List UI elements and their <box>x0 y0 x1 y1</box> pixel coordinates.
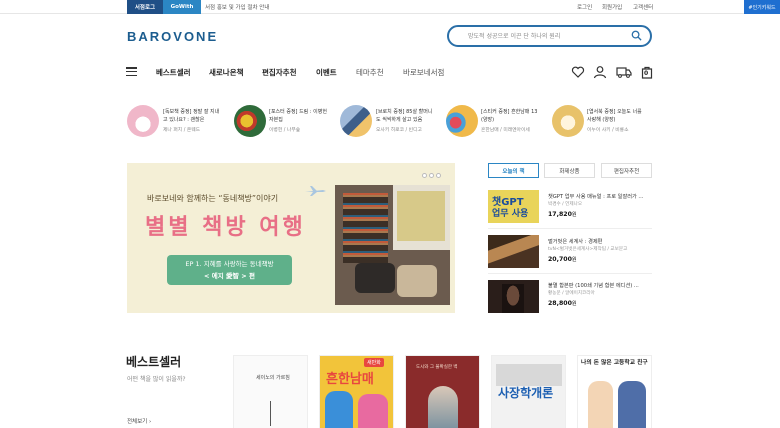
rec-title-4[interactable]: [스티커 증정] 흔한남매 13 (양장) <box>481 108 539 124</box>
side-book-price-3: 28,800원 <box>548 300 577 307</box>
banner-dot-3[interactable] <box>436 173 441 178</box>
customer-center-link[interactable]: 고객센터 <box>633 3 653 11</box>
bestseller-book-1[interactable]: 세이노의 가르침 <box>233 355 308 428</box>
banner-episode-pill: EP 1. 지혜를 사랑하는 동네책방 < 에지 愛智 > 편 <box>167 255 292 285</box>
rec-thumb-2[interactable] <box>234 105 266 137</box>
rec-author-3: 오사키 히로코 / 빈디고 <box>376 128 422 133</box>
rec-thumb-1[interactable] <box>127 105 159 137</box>
side-book-title-2[interactable]: 벌거벗은 세계사 : 경제편 <box>548 238 602 245</box>
rec-title-1[interactable]: [독보책 증정] 정말 잘 지내고 있나요? : 괜찮은 <box>163 108 221 124</box>
site-logo[interactable]: BAROVONE <box>127 29 218 44</box>
rec-thumb-3[interactable] <box>340 105 372 137</box>
tab-today-book[interactable]: 오늘의 책 <box>488 163 539 178</box>
rec-author-2: 이병헌 / 나무숲 <box>269 128 301 133</box>
price-value-1: 17,820 <box>548 211 572 218</box>
side-book-price-2: 20,700원 <box>548 256 577 263</box>
bestseller-book-4[interactable]: 사장학개론 <box>491 355 566 428</box>
rec-author-5: 이누이 사키 / 비룡소 <box>587 128 629 133</box>
banner-dot-1[interactable] <box>422 173 427 178</box>
nav-editor-picks[interactable]: 편집자추천 <box>262 67 297 78</box>
price-unit-1: 원 <box>571 212 577 218</box>
rec-thumb-5[interactable] <box>552 105 584 137</box>
rec-author-1: 제나 퍼치 / 온웨드 <box>163 128 201 133</box>
user-icon[interactable] <box>593 65 607 79</box>
hero-banner[interactable]: 바로보네와 함께하는 “동네책방”이야기 별별 책방 여행 EP 1. 지혜를 … <box>127 163 455 313</box>
book-label-2: 흔한남매 <box>326 372 374 387</box>
nav-events[interactable]: 이벤트 <box>316 67 337 78</box>
price-value-3: 28,800 <box>548 300 572 307</box>
login-link[interactable]: 로그인 <box>577 3 592 11</box>
banner-dot-2[interactable] <box>429 173 434 178</box>
tab-hot-items[interactable]: 화제상품 <box>544 163 595 178</box>
book-label-3: 도시와 그 불확실한 벽 <box>416 365 458 370</box>
bestseller-heading: 베스트셀러 <box>126 355 182 369</box>
cover-text-1b: 업무 사용 <box>492 209 529 219</box>
heart-icon[interactable] <box>571 65 585 79</box>
nav-bestseller[interactable]: 베스트셀러 <box>156 67 191 78</box>
nav-bookstore[interactable]: 바로보네서점 <box>403 67 444 78</box>
divider <box>488 273 652 274</box>
nav-themes[interactable]: 테마추천 <box>356 67 384 78</box>
side-book-title-1[interactable]: 챗GPT 업무 사용 매뉴얼 : 프로 일잘러가 ... <box>548 193 643 200</box>
price-value-2: 20,700 <box>548 256 572 263</box>
divider <box>488 228 652 229</box>
topbar-notice[interactable]: 서점 홍보 및 가입 절차 안내 <box>205 3 269 11</box>
popular-keyword-button[interactable]: #인기키워드 <box>744 0 780 14</box>
bestseller-book-5[interactable]: 나의 돈 많은 고등학교 친구 <box>577 355 652 428</box>
banner-pill-line2: < 에지 愛智 > 편 <box>204 272 255 280</box>
search-icon[interactable] <box>631 30 642 41</box>
topbar-tab-gowith[interactable]: GoWith <box>163 0 201 14</box>
side-book-author-3: 황농문 / 알에이치코리아 <box>548 291 595 296</box>
side-book-author-2: tvN<벌거벗은세계사>제작팀 / 교보문고 <box>548 247 628 252</box>
rec-thumb-4[interactable] <box>446 105 478 137</box>
search-placeholder: 망도적 성공으로 이끈 단 하나의 원리 <box>468 33 561 40</box>
side-book-cover-3[interactable] <box>488 280 539 313</box>
side-book-title-3[interactable]: 불멸 합본판 (100쇄 기념 합본 에디션) ... <box>548 282 639 289</box>
side-book-cover-1[interactable]: 챗GPT 업무 사용 <box>488 190 539 223</box>
bestseller-subheading: 어떤 책을 많이 읽을까? <box>127 376 186 383</box>
top-bar <box>0 0 780 14</box>
rec-title-2[interactable]: [포스터 증정] 드림 : 이병헌 자본집 <box>269 108 327 124</box>
book-label-5: 나의 돈 많은 고등학교 친구 <box>581 360 648 366</box>
rec-title-3[interactable]: [브로치 증정] 85살 할머니도 씩씩하게 살고 있음 <box>376 108 434 124</box>
price-unit-3: 원 <box>571 301 577 307</box>
topbar-tab-store-log[interactable]: 서점로그 <box>127 0 163 14</box>
airplane-icon <box>305 186 326 196</box>
side-book-cover-2[interactable] <box>488 235 539 268</box>
nav-new-books[interactable]: 새로나온책 <box>209 67 244 78</box>
banner-pill-line1: EP 1. 지혜를 사랑하는 동네책방 <box>185 260 274 268</box>
bestseller-book-2[interactable]: 새만화 흔한남매 <box>319 355 394 428</box>
cart-count: 0 <box>644 70 649 77</box>
new-badge: 새만화 <box>364 358 384 367</box>
side-book-author-1: 박경수 / 언제나오 <box>548 202 583 207</box>
delivery-truck-icon[interactable] <box>616 65 632 79</box>
book-label-1: 세이노의 가르침 <box>256 375 290 381</box>
banner-subtitle: 바로보네와 함께하는 “동네책방”이야기 <box>147 194 279 203</box>
tab-editor-picks[interactable]: 편집자추천 <box>601 163 652 178</box>
rec-title-5[interactable]: [엽서북 증정] 오늘도 너를 사랑해 (양장) <box>587 108 645 124</box>
side-book-price-1: 17,820원 <box>548 211 577 218</box>
price-unit-2: 원 <box>571 257 577 263</box>
signup-link[interactable]: 회원가입 <box>602 3 622 11</box>
rec-author-4: 흔한남매 / 미래엔아이세 <box>481 128 530 133</box>
banner-title: 별별 책방 여행 <box>145 215 306 240</box>
view-all-link[interactable]: 전체보기 › <box>127 417 151 425</box>
bookstore-photo <box>335 185 450 305</box>
book-label-4: 사장학개론 <box>498 386 554 400</box>
bestseller-book-3[interactable]: 도시와 그 불확실한 벽 <box>405 355 480 428</box>
menu-icon[interactable] <box>126 67 137 77</box>
